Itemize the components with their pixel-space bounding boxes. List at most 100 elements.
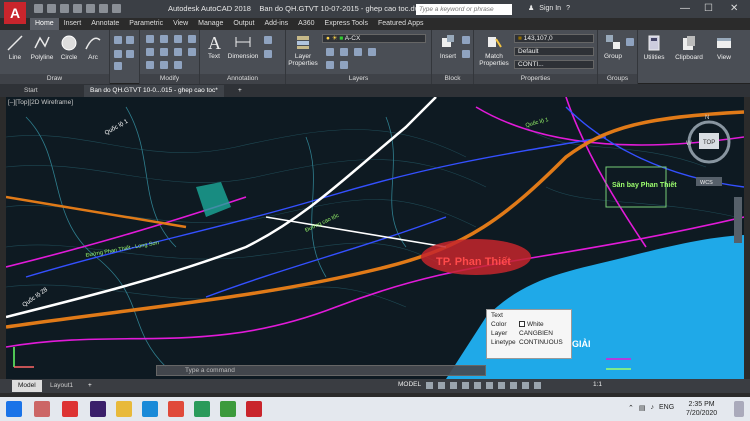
network-icon[interactable]: ▤ [639, 404, 646, 412]
line-tool[interactable]: Line [6, 34, 24, 61]
layer-lock-icon[interactable] [368, 48, 376, 56]
ribbon-tab-insert[interactable]: Insert [59, 18, 87, 30]
edit-block-icon[interactable] [462, 50, 470, 58]
premiere-icon[interactable] [90, 401, 106, 417]
ribbon-tab-output[interactable]: Output [228, 18, 259, 30]
clipboard-tool[interactable]: Clipboard [672, 34, 706, 61]
modify-panel-title[interactable]: Modify [140, 74, 199, 84]
snap-icon[interactable] [438, 382, 445, 389]
utilities-tool[interactable]: Utilities [640, 34, 668, 61]
otrack-icon[interactable] [486, 382, 493, 389]
grid-icon[interactable] [426, 382, 433, 389]
undo-icon[interactable] [99, 4, 108, 13]
selection-cycling-icon[interactable] [522, 382, 529, 389]
spline-icon[interactable] [114, 50, 122, 58]
open-icon[interactable] [47, 4, 56, 13]
ribbon-tab-express-tools[interactable]: Express Tools [320, 18, 373, 30]
ellipse-icon[interactable] [126, 50, 134, 58]
group-tool[interactable]: Group [602, 33, 624, 60]
green-app-icon[interactable] [220, 401, 236, 417]
layer-off-icon[interactable] [326, 48, 334, 56]
create-block-icon[interactable] [462, 36, 470, 44]
scale-icon[interactable] [160, 61, 168, 69]
app-icon[interactable] [62, 401, 78, 417]
arc-tool[interactable]: Arc [84, 34, 102, 61]
layer-previous-icon[interactable] [340, 61, 348, 69]
view-tool[interactable]: View [710, 34, 738, 61]
notifications-icon[interactable] [734, 401, 744, 417]
model-space-button[interactable]: MODEL [398, 381, 421, 388]
maximize-icon[interactable]: ☐ [704, 3, 713, 14]
layer-match-icon[interactable] [326, 61, 334, 69]
draw-panel-title[interactable]: Draw [0, 74, 109, 84]
table-icon[interactable] [264, 50, 272, 58]
groups-panel-title[interactable]: Groups [598, 74, 637, 84]
ribbon-tab-a360[interactable]: A360 [293, 18, 319, 30]
layers-panel-title[interactable]: Layers [286, 74, 431, 84]
array-icon[interactable] [174, 61, 182, 69]
ribbon-tab-manage[interactable]: Manage [193, 18, 228, 30]
annotation-panel-title[interactable]: Annotation [200, 74, 285, 84]
new-icon[interactable] [34, 4, 43, 13]
ribbon-tab-parametric[interactable]: Parametric [124, 18, 168, 30]
command-line-input[interactable]: Type a command [156, 365, 486, 376]
annotation-scale[interactable]: 1:1 [593, 381, 602, 388]
layout1-tab[interactable]: Layout1 [44, 380, 79, 392]
sign-in-button[interactable]: Sign In [539, 5, 561, 12]
add-layout-icon[interactable]: + [82, 380, 98, 392]
layer-dropdown[interactable]: ● ☀ ■ A-CX [322, 34, 426, 43]
lineweight-icon[interactable] [498, 382, 505, 389]
polar-icon[interactable] [462, 382, 469, 389]
volume-icon[interactable]: ♪ [651, 404, 655, 412]
insert-tool[interactable]: Insert [436, 33, 460, 60]
linetype-dropdown[interactable]: CONTI... [514, 60, 594, 69]
autocad-taskbar-icon[interactable] [246, 401, 262, 417]
layer-freeze-icon[interactable] [354, 48, 362, 56]
redo-icon[interactable] [112, 4, 121, 13]
leader-icon[interactable] [264, 36, 272, 44]
text-tool[interactable]: A Text [204, 33, 224, 60]
offset-icon[interactable] [188, 48, 196, 56]
start-icon[interactable] [6, 401, 22, 417]
rotate-icon[interactable] [160, 35, 168, 43]
hatch-icon[interactable] [126, 36, 134, 44]
save-icon[interactable] [60, 4, 69, 13]
osnap-icon[interactable] [474, 382, 481, 389]
saveas-icon[interactable] [73, 4, 82, 13]
explorer-icon[interactable] [116, 401, 132, 417]
gradient-icon[interactable] [114, 62, 122, 70]
excel-icon[interactable] [194, 401, 210, 417]
stretch-icon[interactable] [146, 61, 154, 69]
transparency-icon[interactable] [510, 382, 517, 389]
ribbon-tab-annotate[interactable]: Annotate [86, 18, 124, 30]
ribbon-tab-featured-apps[interactable]: Featured Apps [373, 18, 429, 30]
explode-icon[interactable] [188, 35, 196, 43]
viewcube[interactable]: TOP N W [686, 115, 731, 164]
layer-properties-tool[interactable]: Layer Properties [288, 33, 318, 67]
help-icon[interactable]: ? [566, 5, 570, 12]
move-icon[interactable] [146, 35, 154, 43]
trim-icon[interactable] [174, 35, 182, 43]
drawing-viewport[interactable]: Đường Phan Thiết - Long Sơn Đường cao tố… [6, 97, 744, 379]
ribbon-tab-view[interactable]: View [168, 18, 193, 30]
mirror-icon[interactable] [160, 48, 168, 56]
chrome-icon[interactable] [168, 401, 184, 417]
circle-tool[interactable]: Circle [58, 34, 80, 61]
polyline-tool[interactable]: Polyline [30, 34, 54, 61]
store-icon[interactable] [34, 401, 50, 417]
clock[interactable]: 2:35 PM 7/20/2020 [686, 400, 717, 418]
print-icon[interactable] [86, 4, 95, 13]
fillet-icon[interactable] [174, 48, 182, 56]
start-tab[interactable]: Start [18, 85, 44, 97]
viewport-controls[interactable]: [–][Top][2D Wireframe] [8, 99, 73, 106]
drawing-tab[interactable]: Ban do QH.GTVT 10-0...015 - ghep cao toc… [84, 85, 224, 97]
ortho-icon[interactable] [450, 382, 457, 389]
rectangle-icon[interactable] [114, 36, 122, 44]
chevron-up-icon[interactable]: ⌃ [628, 404, 634, 412]
navigation-bar[interactable] [734, 197, 742, 243]
model-tab[interactable]: Model [12, 380, 42, 392]
copy-icon[interactable] [146, 48, 154, 56]
search-input[interactable]: Type a keyword or phrase [416, 4, 512, 15]
minimize-icon[interactable]: — [680, 3, 690, 14]
color-dropdown[interactable]: ■ 143,107,0 [514, 34, 594, 43]
